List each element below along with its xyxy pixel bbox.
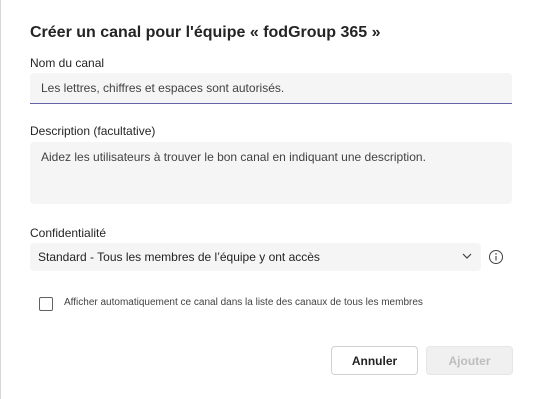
cancel-button[interactable]: Annuler [331,346,418,375]
privacy-selected-value: Standard - Tous les membres de l’équipe … [38,250,320,264]
info-icon[interactable] [488,249,504,265]
show-channel-label: Afficher automatiquement ce canal dans l… [64,297,423,308]
create-channel-dialog: Créer un canal pour l'équipe « fodGroup … [0,0,539,399]
channel-name-input[interactable]: Les lettres, chiffres et espaces sont au… [30,73,512,104]
channel-name-placeholder: Les lettres, chiffres et espaces sont au… [41,81,285,95]
dialog-title: Créer un canal pour l'équipe « fodGroup … [30,24,381,41]
privacy-label: Confidentialité [30,226,107,240]
description-label: Description (facultative) [30,124,156,138]
chevron-down-icon [462,253,472,259]
description-input[interactable]: Aidez les utilisateurs à trouver le bon … [30,142,512,204]
channel-name-label: Nom du canal [30,56,105,70]
show-channel-checkbox[interactable] [39,297,53,311]
add-button[interactable]: Ajouter [426,346,513,375]
privacy-dropdown[interactable]: Standard - Tous les membres de l’équipe … [30,243,481,271]
description-placeholder: Aidez les utilisateurs à trouver le bon … [41,150,426,164]
